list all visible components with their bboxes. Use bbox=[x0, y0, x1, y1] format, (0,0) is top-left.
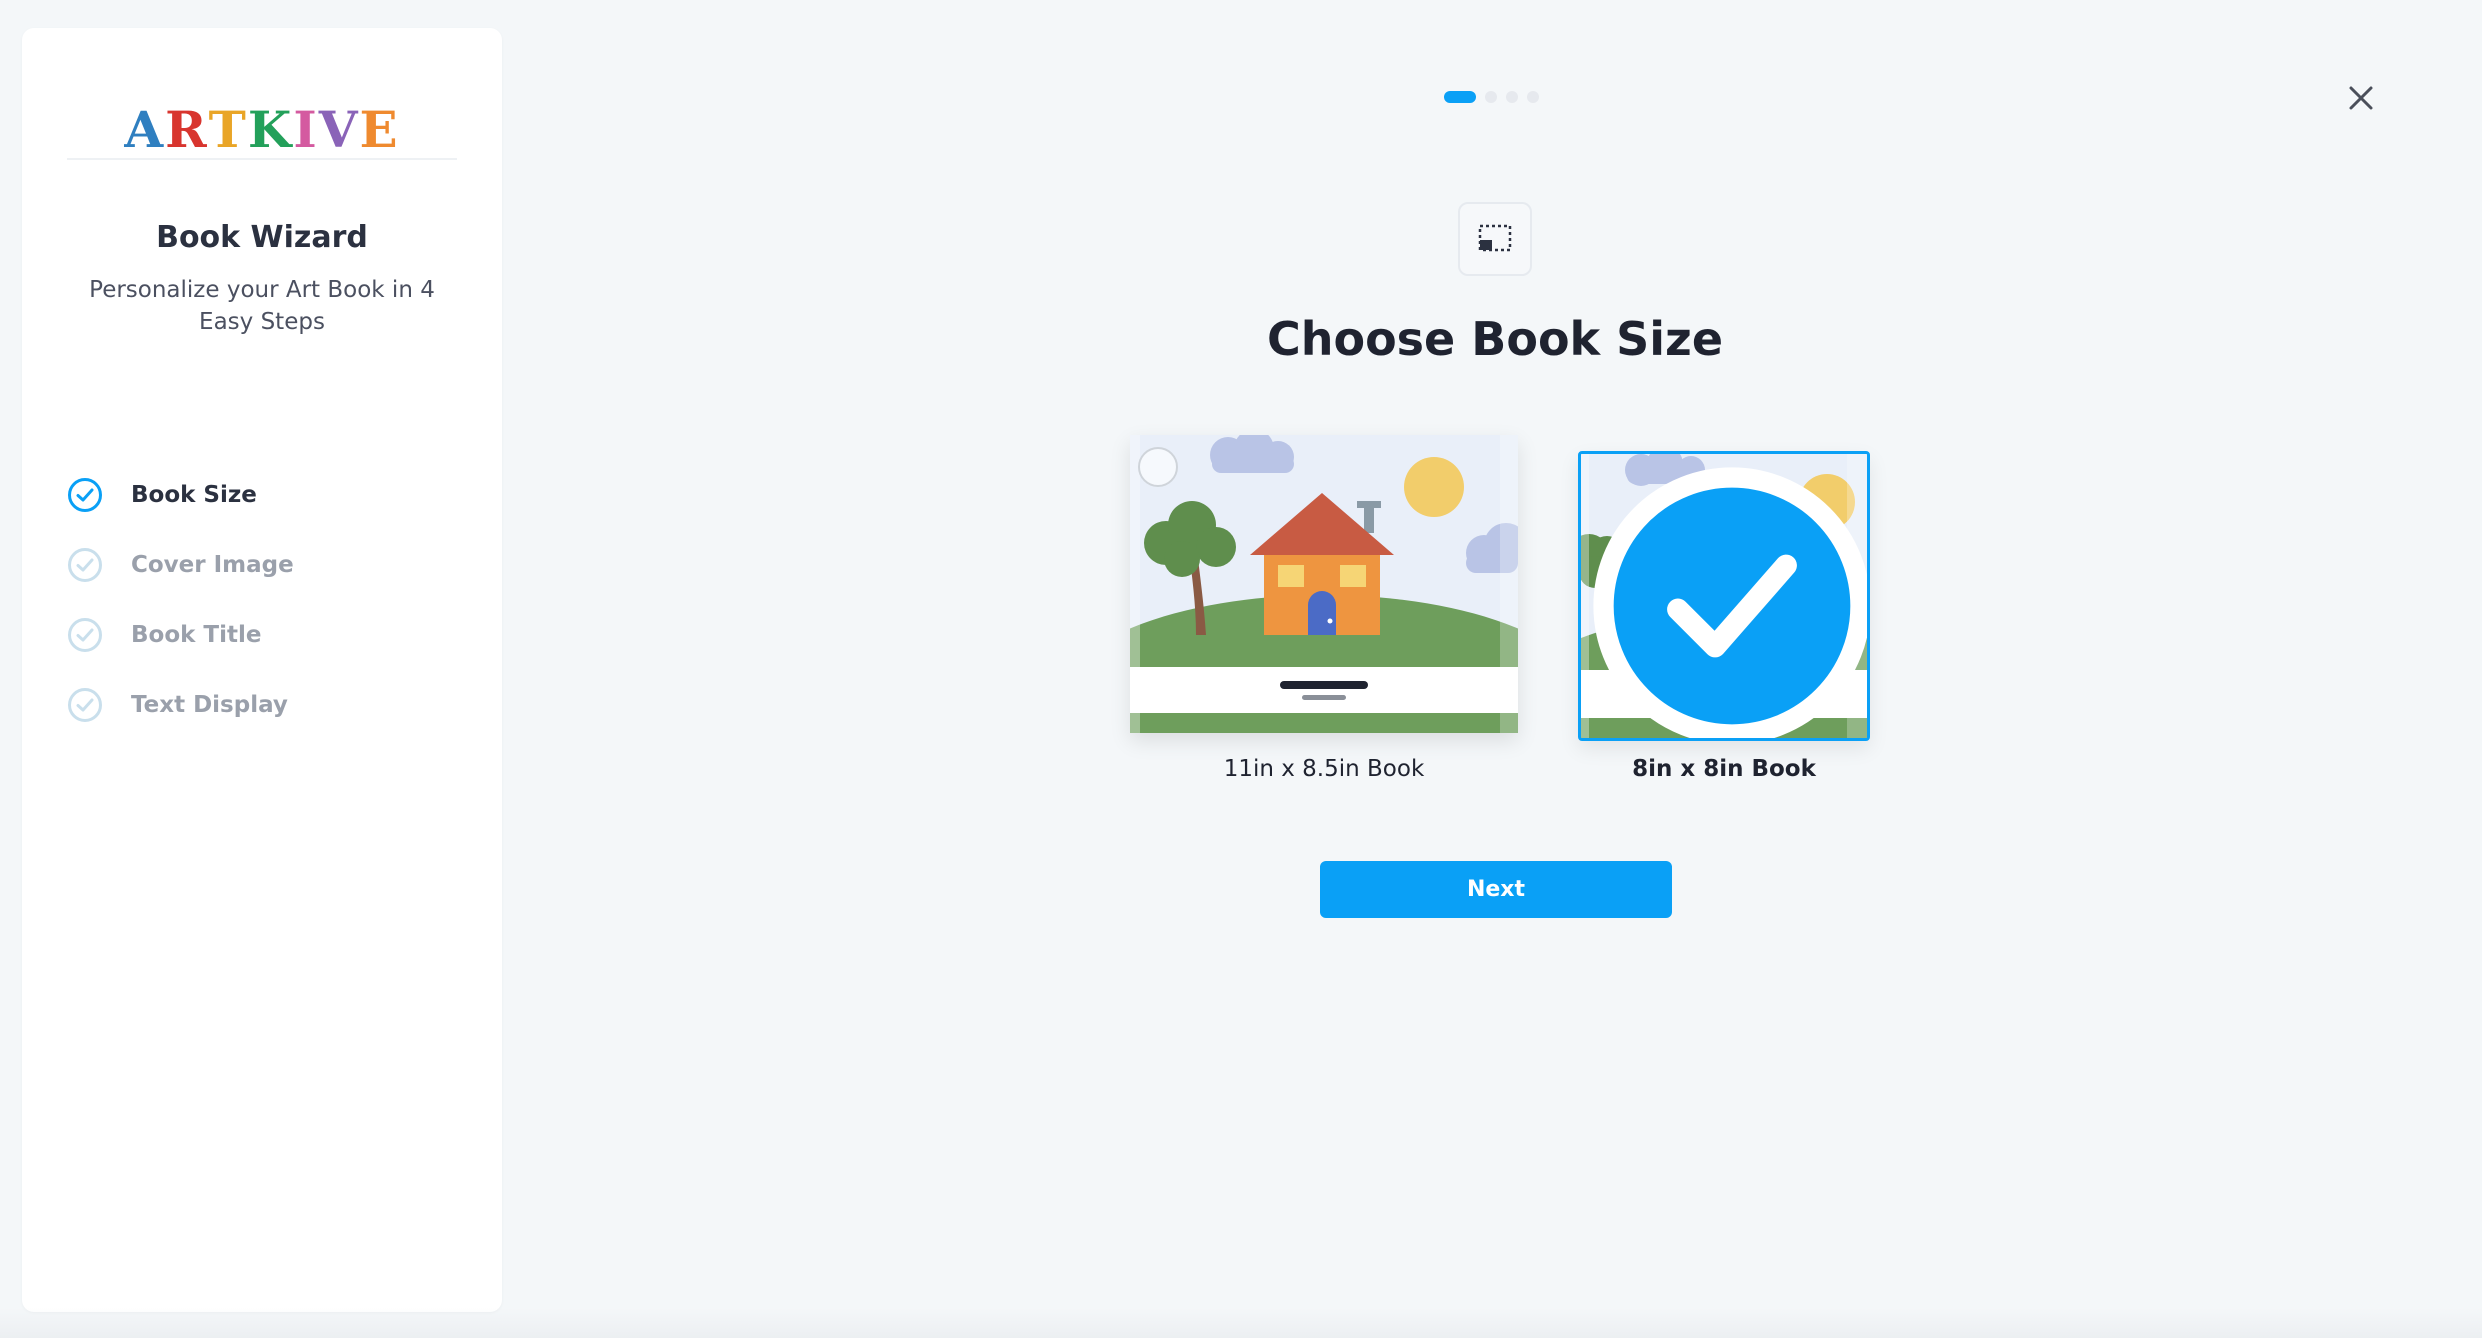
progress-dots bbox=[1444, 91, 1539, 103]
wizard-steps: Book Size Cover Image Book Title Text Di… bbox=[67, 460, 294, 740]
progress-dot bbox=[1485, 91, 1497, 103]
step-label: Book Title bbox=[131, 622, 262, 648]
logo-letter: I bbox=[293, 100, 319, 159]
option-label: 8in x 8in Book bbox=[1632, 756, 1816, 782]
logo-letter: V bbox=[318, 100, 360, 159]
page-title: Choose Book Size bbox=[1266, 312, 1724, 366]
step-cover-image[interactable]: Cover Image bbox=[67, 530, 294, 600]
logo-letter: R bbox=[165, 100, 209, 159]
check-circle-icon bbox=[68, 478, 102, 512]
wizard-subtitle: Personalize your Art Book in 4 Easy Step… bbox=[89, 277, 435, 335]
step-label: Cover Image bbox=[131, 552, 294, 578]
sidebar-divider bbox=[67, 158, 457, 160]
option-radio[interactable] bbox=[1138, 447, 1178, 487]
step-label: Book Size bbox=[131, 482, 257, 508]
logo-letter: E bbox=[359, 100, 400, 159]
option-label: 11in x 8.5in Book bbox=[1223, 756, 1425, 782]
close-icon[interactable] bbox=[2343, 80, 2379, 116]
book-size-icon bbox=[1458, 202, 1532, 276]
progress-dot bbox=[1527, 91, 1539, 103]
selected-check-icon[interactable] bbox=[1589, 464, 1870, 741]
logo-letter: T bbox=[208, 100, 248, 159]
progress-dot-active bbox=[1444, 91, 1476, 103]
logo-letter: K bbox=[247, 100, 294, 159]
progress-dot bbox=[1506, 91, 1518, 103]
step-book-title[interactable]: Book Title bbox=[67, 600, 294, 670]
check-circle-icon bbox=[68, 688, 102, 722]
step-book-size[interactable]: Book Size bbox=[67, 460, 294, 530]
wizard-title: Book Wizard bbox=[156, 220, 368, 255]
wizard-sidebar: ARTKIVE Book Wizard Personalize your Art… bbox=[22, 28, 502, 1312]
logo-letter: A bbox=[124, 100, 166, 159]
artkive-logo: ARTKIVE bbox=[22, 100, 502, 159]
next-button[interactable]: Next bbox=[1320, 861, 1672, 918]
book-option-11x8[interactable] bbox=[1130, 435, 1518, 733]
check-circle-icon bbox=[68, 548, 102, 582]
step-label: Text Display bbox=[131, 692, 288, 718]
bottom-fade bbox=[0, 1308, 2482, 1338]
book-option-8x8[interactable] bbox=[1578, 451, 1870, 741]
book-cover-illustration bbox=[1130, 435, 1518, 733]
check-circle-icon bbox=[68, 618, 102, 652]
step-text-display[interactable]: Text Display bbox=[67, 670, 294, 740]
